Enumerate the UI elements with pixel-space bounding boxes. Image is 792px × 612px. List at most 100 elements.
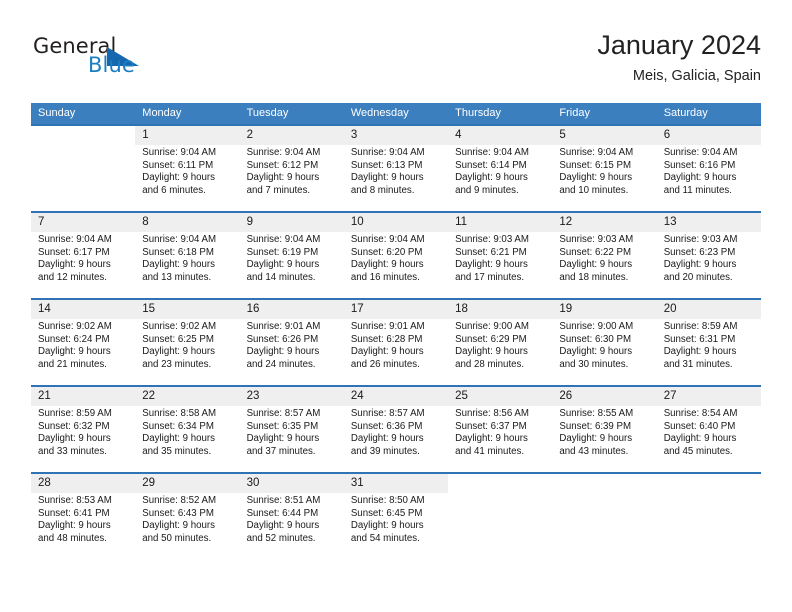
day-cell[interactable]: Sunrise: 9:04 AM Sunset: 6:17 PM Dayligh…: [31, 232, 135, 298]
day-cell[interactable]: Sunrise: 9:04 AM Sunset: 6:20 PM Dayligh…: [344, 232, 448, 298]
day-cell[interactable]: Sunrise: 9:00 AM Sunset: 6:29 PM Dayligh…: [448, 319, 552, 385]
daylight-text-line2: and 48 minutes.: [38, 532, 107, 544]
day-cell[interactable]: Sunrise: 9:04 AM Sunset: 6:15 PM Dayligh…: [552, 145, 656, 211]
day-cell[interactable]: Sunrise: 9:04 AM Sunset: 6:11 PM Dayligh…: [135, 145, 239, 211]
day-number[interactable]: 12: [552, 213, 656, 232]
daylight-text-line2: and 37 minutes.: [246, 445, 316, 457]
day-number[interactable]: 15: [135, 300, 239, 319]
day-number[interactable]: 23: [240, 387, 344, 406]
day-number[interactable]: 29: [135, 474, 239, 493]
day-number[interactable]: 9: [240, 213, 344, 232]
day-number[interactable]: 18: [448, 300, 552, 319]
day-number[interactable]: 30: [240, 474, 344, 493]
day-number[interactable]: 5: [552, 126, 656, 145]
sunrise-text: Sunrise: 8:50 AM: [350, 495, 425, 506]
weekday-header-row: Sunday Monday Tuesday Wednesday Thursday…: [31, 103, 761, 124]
day-number[interactable]: 20: [657, 300, 761, 319]
day-cell[interactable]: [657, 493, 761, 559]
day-cell[interactable]: Sunrise: 8:58 AM Sunset: 6:34 PM Dayligh…: [135, 406, 239, 472]
day-number[interactable]: [552, 474, 657, 493]
daylight-text-line1: Daylight: 9 hours: [559, 346, 633, 358]
day-number[interactable]: 4: [448, 126, 552, 145]
day-number[interactable]: 8: [135, 213, 239, 232]
calendar-grid: Sunday Monday Tuesday Wednesday Thursday…: [31, 103, 761, 559]
daylight-text-line1: Daylight: 9 hours: [38, 520, 111, 532]
day-cell[interactable]: Sunrise: 9:00 AM Sunset: 6:30 PM Dayligh…: [552, 319, 656, 385]
day-cell[interactable]: Sunrise: 9:04 AM Sunset: 6:16 PM Dayligh…: [657, 145, 761, 211]
daylight-text-line2: and 8 minutes.: [350, 184, 415, 196]
day-number[interactable]: 27: [657, 387, 761, 406]
day-number[interactable]: [31, 126, 136, 145]
day-cell[interactable]: Sunrise: 9:03 AM Sunset: 6:23 PM Dayligh…: [657, 232, 761, 298]
day-cell[interactable]: Sunrise: 9:03 AM Sunset: 6:22 PM Dayligh…: [552, 232, 656, 298]
day-cell[interactable]: Sunrise: 9:01 AM Sunset: 6:28 PM Dayligh…: [344, 319, 448, 385]
sunset-text: Sunset: 6:17 PM: [38, 246, 110, 258]
day-number[interactable]: 2: [240, 126, 344, 145]
sunset-text: Sunset: 6:36 PM: [350, 420, 423, 432]
day-number[interactable]: 17: [344, 300, 448, 319]
day-cell[interactable]: Sunrise: 9:04 AM Sunset: 6:12 PM Dayligh…: [240, 145, 344, 211]
day-number[interactable]: 13: [657, 213, 761, 232]
day-cell[interactable]: Sunrise: 8:56 AM Sunset: 6:37 PM Dayligh…: [448, 406, 552, 472]
day-cell[interactable]: Sunrise: 8:52 AM Sunset: 6:43 PM Dayligh…: [135, 493, 239, 559]
sunrise-text: Sunrise: 9:01 AM: [350, 321, 425, 332]
day-cell[interactable]: Sunrise: 9:01 AM Sunset: 6:26 PM Dayligh…: [240, 319, 344, 385]
daylight-text-line1: Daylight: 9 hours: [246, 520, 320, 532]
day-number[interactable]: [448, 474, 553, 493]
daylight-text-line1: Daylight: 9 hours: [455, 172, 528, 184]
day-cell[interactable]: [448, 493, 552, 559]
day-number[interactable]: 24: [344, 387, 448, 406]
day-number[interactable]: [656, 474, 761, 493]
day-cell[interactable]: Sunrise: 8:59 AM Sunset: 6:32 PM Dayligh…: [31, 406, 135, 472]
day-number[interactable]: 21: [31, 387, 135, 406]
day-cell[interactable]: Sunrise: 9:04 AM Sunset: 6:13 PM Dayligh…: [344, 145, 448, 211]
day-cell[interactable]: Sunrise: 9:02 AM Sunset: 6:24 PM Dayligh…: [31, 319, 135, 385]
daylight-text-line2: and 11 minutes.: [663, 184, 732, 196]
day-number[interactable]: 28: [31, 474, 135, 493]
day-number[interactable]: 16: [240, 300, 344, 319]
day-cell[interactable]: Sunrise: 9:04 AM Sunset: 6:14 PM Dayligh…: [448, 145, 552, 211]
daylight-text-line2: and 18 minutes.: [559, 271, 629, 283]
day-cell[interactable]: [552, 493, 656, 559]
day-cell[interactable]: Sunrise: 8:51 AM Sunset: 6:44 PM Dayligh…: [240, 493, 344, 559]
day-cell[interactable]: Sunrise: 8:57 AM Sunset: 6:36 PM Dayligh…: [344, 406, 448, 472]
general-blue-logo[interactable]: General Blue: [33, 34, 213, 86]
day-cell[interactable]: Sunrise: 8:53 AM Sunset: 6:41 PM Dayligh…: [31, 493, 135, 559]
day-number[interactable]: 22: [135, 387, 239, 406]
day-number[interactable]: 3: [344, 126, 448, 145]
day-cell[interactable]: Sunrise: 8:55 AM Sunset: 6:39 PM Dayligh…: [552, 406, 656, 472]
sunset-text: Sunset: 6:29 PM: [455, 333, 527, 345]
daylight-text-line1: Daylight: 9 hours: [559, 259, 633, 271]
daylight-text-line1: Daylight: 9 hours: [38, 259, 111, 271]
day-cell[interactable]: Sunrise: 9:04 AM Sunset: 6:19 PM Dayligh…: [240, 232, 344, 298]
day-number[interactable]: 31: [344, 474, 448, 493]
day-cell[interactable]: Sunrise: 8:54 AM Sunset: 6:40 PM Dayligh…: [657, 406, 761, 472]
week-row: 1 2 3 4 5 6 Sunrise: 9:04 AM Sunset: 6:1…: [31, 124, 761, 211]
sunset-text: Sunset: 6:13 PM: [350, 159, 423, 171]
day-number[interactable]: 7: [31, 213, 135, 232]
day-number[interactable]: 14: [31, 300, 135, 319]
day-number[interactable]: 19: [552, 300, 656, 319]
day-number[interactable]: 6: [657, 126, 761, 145]
day-number[interactable]: 11: [448, 213, 552, 232]
sunset-text: Sunset: 6:37 PM: [455, 420, 527, 432]
sunset-text: Sunset: 6:32 PM: [38, 420, 110, 432]
sunset-text: Sunset: 6:23 PM: [663, 246, 736, 258]
daylight-text-line2: and 12 minutes.: [38, 271, 107, 283]
day-number[interactable]: 26: [552, 387, 656, 406]
day-number[interactable]: 25: [448, 387, 552, 406]
day-cell[interactable]: Sunrise: 9:03 AM Sunset: 6:21 PM Dayligh…: [448, 232, 552, 298]
day-number[interactable]: 10: [344, 213, 448, 232]
sunset-text: Sunset: 6:20 PM: [350, 246, 423, 258]
day-cell[interactable]: Sunrise: 8:50 AM Sunset: 6:45 PM Dayligh…: [344, 493, 448, 559]
sunset-text: Sunset: 6:44 PM: [246, 507, 319, 519]
day-number[interactable]: 1: [135, 126, 239, 145]
daylight-text-line2: and 24 minutes.: [246, 358, 316, 370]
day-cell[interactable]: Sunrise: 9:04 AM Sunset: 6:18 PM Dayligh…: [135, 232, 239, 298]
day-cell[interactable]: Sunrise: 8:59 AM Sunset: 6:31 PM Dayligh…: [657, 319, 761, 385]
sunset-text: Sunset: 6:21 PM: [455, 246, 527, 258]
day-cell[interactable]: Sunrise: 8:57 AM Sunset: 6:35 PM Dayligh…: [240, 406, 344, 472]
day-cell[interactable]: [31, 145, 135, 211]
daylight-text-line2: and 6 minutes.: [142, 184, 206, 196]
day-cell[interactable]: Sunrise: 9:02 AM Sunset: 6:25 PM Dayligh…: [135, 319, 239, 385]
